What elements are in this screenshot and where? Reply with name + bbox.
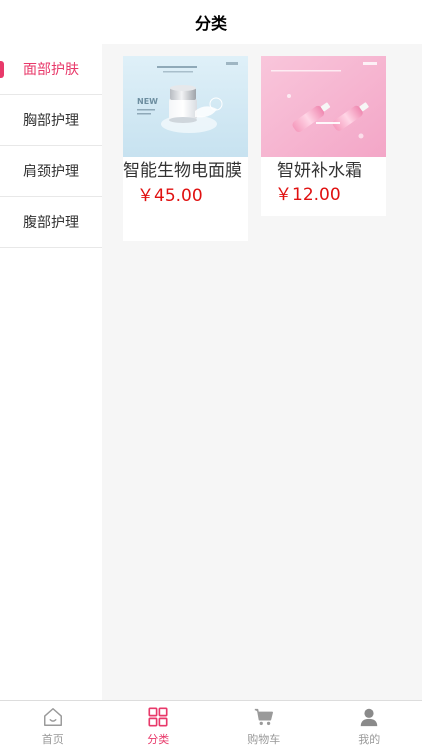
product-price: ￥12.00 xyxy=(275,185,341,205)
sidebar-item-label: 胸部护理 xyxy=(23,113,79,129)
page-title: 分类 xyxy=(194,14,227,33)
svg-text:NEW: NEW xyxy=(137,97,158,106)
tab-label: 首页 xyxy=(41,733,64,746)
tab-cart[interactable]: 购物车 xyxy=(211,701,317,750)
product-name: 智妍补水霜 xyxy=(277,161,362,181)
product-price: ￥45.00 xyxy=(137,186,203,206)
tab-category[interactable]: 分类 xyxy=(106,701,212,750)
grid-icon xyxy=(148,707,168,727)
sidebar-item-label: 腹部护理 xyxy=(23,215,79,231)
product-card[interactable]: 智妍补水霜 ￥12.00 xyxy=(261,56,386,216)
tab-label: 购物车 xyxy=(247,733,281,746)
product-name: 智能生物电面膜 xyxy=(123,161,242,181)
tab-label: 分类 xyxy=(147,733,170,746)
product-card[interactable]: NEW 智能生物电面膜 ￥45.00 xyxy=(123,56,248,241)
category-sidebar: 面部护肤 胸部护理 肩颈护理 腹部护理 xyxy=(0,44,102,700)
cream-jar-product-image: NEW xyxy=(123,56,248,157)
cart-icon xyxy=(254,708,273,726)
sidebar-item-face-care[interactable]: 面部护肤 xyxy=(0,44,102,95)
product-grid: NEW 智能生物电面膜 ￥45.00 智妍补水霜 ￥12.00 xyxy=(102,44,422,700)
tab-home[interactable]: 首页 xyxy=(0,701,106,750)
sidebar-item-chest-care[interactable]: 胸部护理 xyxy=(0,95,102,146)
pink-bottles-product-image xyxy=(261,56,386,157)
sidebar-item-abdomen-care[interactable]: 腹部护理 xyxy=(0,197,102,248)
home-icon xyxy=(43,708,62,726)
top-bar: 分类 xyxy=(0,0,422,44)
tab-me[interactable]: 我的 xyxy=(317,701,422,750)
sidebar-item-neck-care[interactable]: 肩颈护理 xyxy=(0,146,102,197)
tab-label: 我的 xyxy=(358,733,381,746)
bottom-tab-bar: 首页 分类 购物车 我的 xyxy=(0,700,422,750)
sidebar-item-label: 面部护肤 xyxy=(23,62,79,78)
sidebar-item-label: 肩颈护理 xyxy=(23,164,79,180)
user-icon xyxy=(361,708,378,727)
